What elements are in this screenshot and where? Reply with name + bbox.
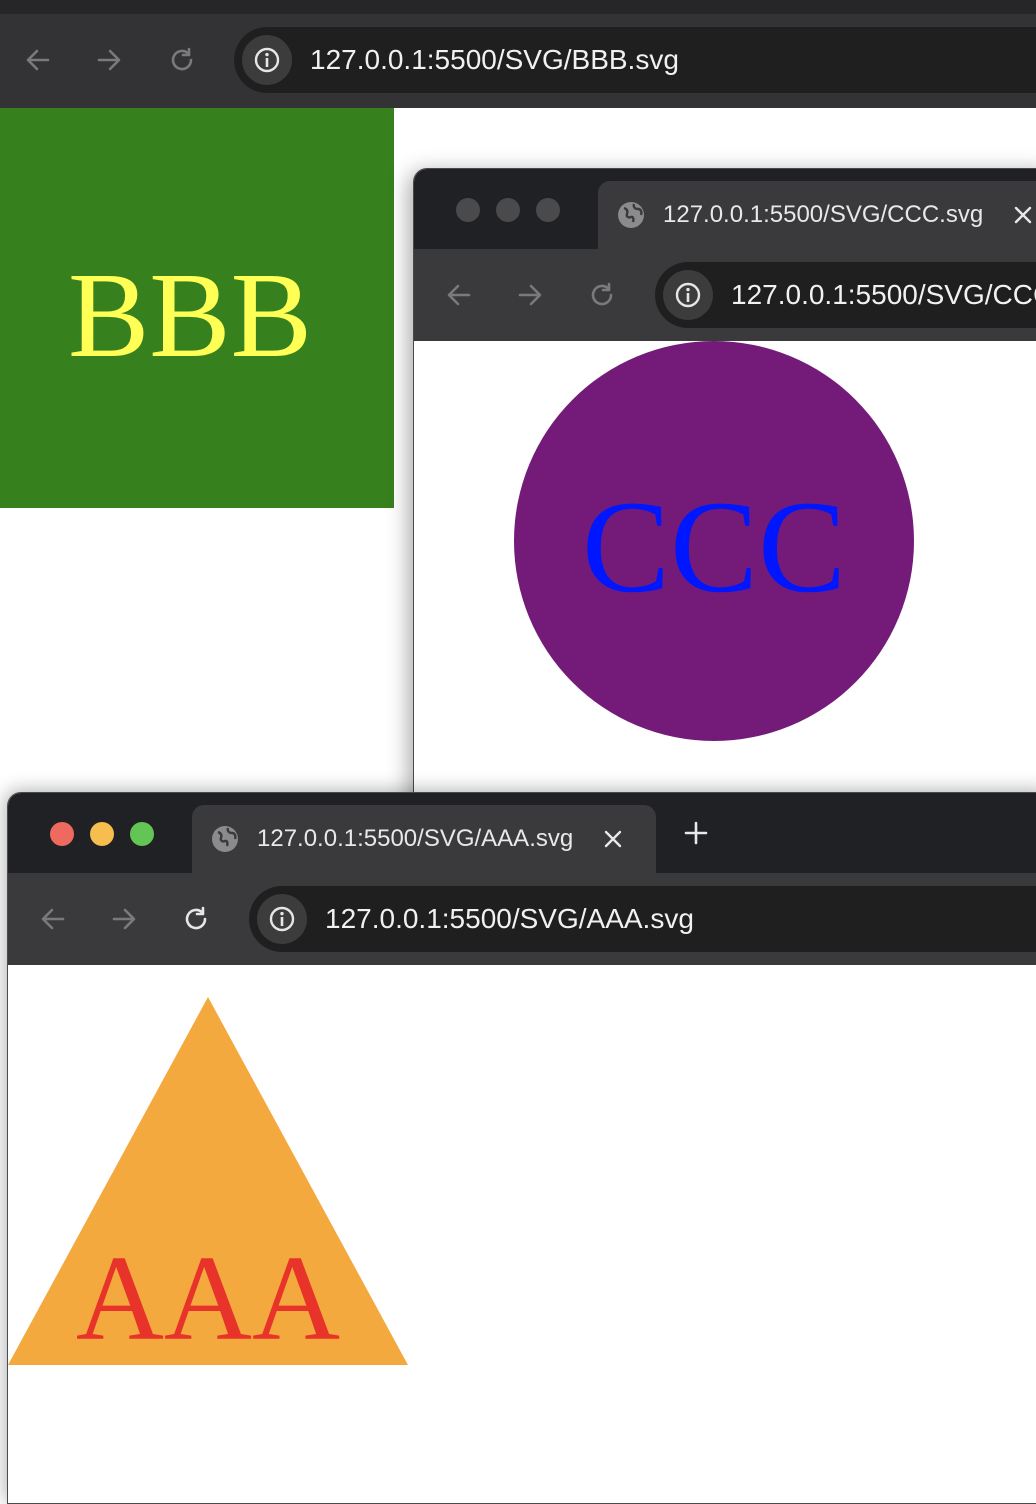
bbb-svg-canvas: BBB (0, 108, 394, 508)
info-icon (254, 47, 280, 73)
bbb-reload-button[interactable] (162, 40, 202, 80)
bbb-forward-button[interactable] (89, 40, 129, 80)
aaa-tab-strip: 127.0.0.1:5500/SVG/AAA.svg + (8, 793, 1036, 873)
ccc-url-text: 127.0.0.1:5500/SVG/CCC.svg (731, 279, 1036, 310)
ccc-address-bar[interactable]: 127.0.0.1:5500/SVG/CCC.svg (655, 262, 1036, 328)
reload-icon (185, 906, 207, 930)
ccc-viewport: CCC (414, 341, 1036, 809)
reload-icon (591, 282, 613, 306)
aaa-tab[interactable]: 127.0.0.1:5500/SVG/AAA.svg (192, 805, 656, 873)
ccc-minimize-window-button[interactable] (496, 198, 520, 222)
arrow-left-icon (447, 284, 471, 306)
browser-window-ccc: 127.0.0.1:5500/SVG/CCC.svg 127.0.0.1:550… (413, 168, 1036, 810)
aaa-toolbar: 127.0.0.1:5500/SVG/AAA.svg (8, 873, 1036, 965)
aaa-viewport: AAA (8, 965, 1036, 1503)
globe-icon (618, 202, 644, 228)
browser-window-aaa: 127.0.0.1:5500/SVG/AAA.svg + 127.0.0.1:5… (7, 792, 1036, 1504)
bbb-title-edge (0, 0, 1036, 14)
aaa-tab-title: 127.0.0.1:5500/SVG/AAA.svg (257, 825, 574, 852)
aaa-url-text: 127.0.0.1:5500/SVG/AAA.svg (325, 903, 694, 934)
ccc-toolbar: 127.0.0.1:5500/SVG/CCC.svg (414, 249, 1036, 341)
aaa-address-bar[interactable]: 127.0.0.1:5500/SVG/AAA.svg (249, 886, 1036, 952)
bbb-url-text: 127.0.0.1:5500/SVG/BBB.svg (310, 44, 679, 75)
info-icon (675, 282, 701, 308)
arrow-right-icon (112, 908, 136, 930)
bbb-site-info-button[interactable] (242, 35, 292, 85)
aaa-back-button[interactable] (33, 899, 73, 939)
bbb-address-bar[interactable]: 127.0.0.1:5500/SVG/BBB.svg (234, 27, 1036, 93)
ccc-tab-title: 127.0.0.1:5500/SVG/CCC.svg (663, 201, 984, 228)
ccc-zoom-window-button[interactable] (536, 198, 560, 222)
ccc-svg-canvas: CCC (514, 341, 914, 741)
aaa-zoom-window-button[interactable] (130, 822, 154, 846)
ccc-text: CCC (582, 473, 846, 620)
aaa-forward-button[interactable] (104, 899, 144, 939)
globe-icon (212, 826, 238, 852)
ccc-site-info-button[interactable] (663, 270, 713, 320)
ccc-forward-button[interactable] (510, 275, 550, 315)
aaa-close-window-button[interactable] (50, 822, 74, 846)
ccc-back-button[interactable] (439, 275, 479, 315)
reload-icon (171, 47, 193, 71)
bbb-text: BBB (68, 248, 312, 383)
aaa-reload-button[interactable] (176, 899, 216, 939)
ccc-close-window-button[interactable] (456, 198, 480, 222)
info-icon (269, 906, 295, 932)
ccc-tab[interactable]: 127.0.0.1:5500/SVG/CCC.svg (598, 181, 1036, 249)
aaa-svg-canvas: AAA (8, 997, 408, 1366)
ccc-tab-strip: 127.0.0.1:5500/SVG/CCC.svg (414, 169, 1036, 249)
arrow-left-icon (41, 908, 65, 930)
arrow-right-icon (97, 49, 121, 71)
plus-icon (684, 821, 708, 845)
aaa-minimize-window-button[interactable] (90, 822, 114, 846)
close-icon[interactable] (603, 829, 623, 849)
bbb-toolbar: 127.0.0.1:5500/SVG/BBB.svg (0, 0, 1036, 108)
ccc-reload-button[interactable] (582, 275, 622, 315)
close-icon[interactable] (1013, 205, 1033, 225)
arrow-right-icon (518, 284, 542, 306)
aaa-text: AAA (76, 1231, 340, 1366)
aaa-site-info-button[interactable] (257, 894, 307, 944)
arrow-left-icon (26, 49, 50, 71)
new-tab-button[interactable]: + (680, 815, 712, 851)
bbb-back-button[interactable] (18, 40, 58, 80)
